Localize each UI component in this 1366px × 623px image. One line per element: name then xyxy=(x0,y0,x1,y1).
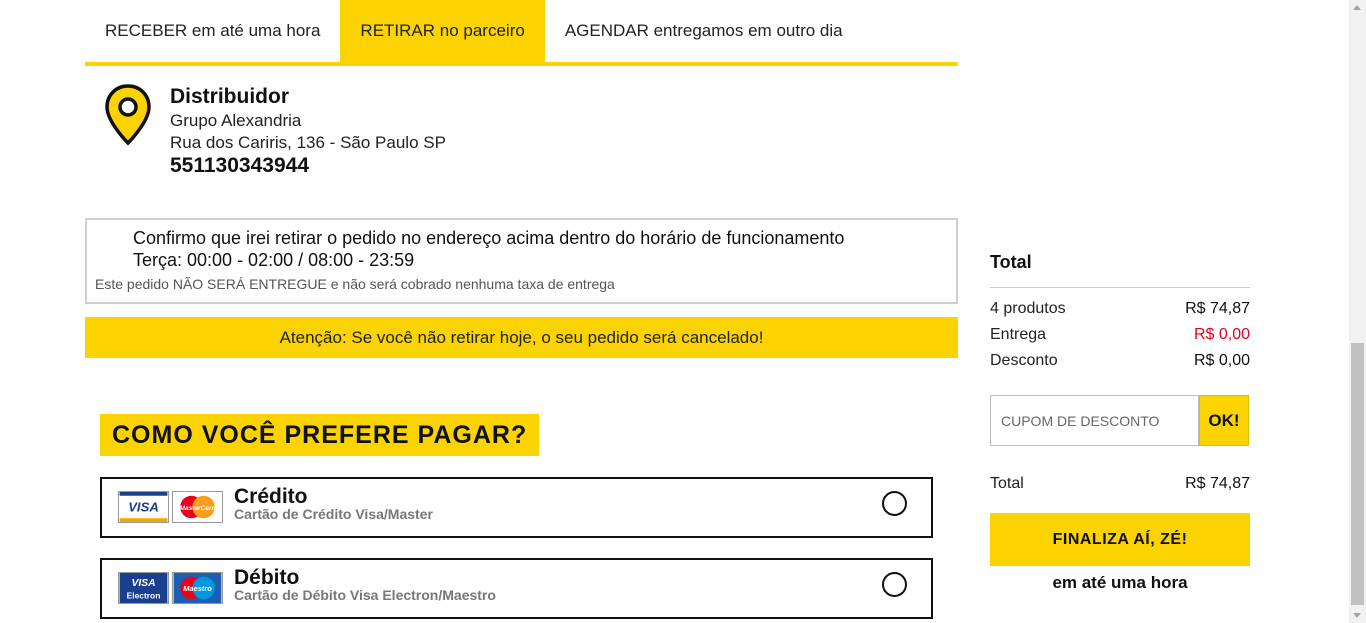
discount-label: Desconto xyxy=(990,352,1058,369)
pickup-confirmation-text: Confirmo que irei retirar o pedido no en… xyxy=(133,228,845,248)
tab-agendar[interactable]: AGENDAR entregamos em outro dia xyxy=(545,0,863,62)
checkout-page: RECEBER em até uma hora RETIRAR no parce… xyxy=(0,0,1366,623)
distributor-address: Rua dos Cariris, 136 - São Paulo SP xyxy=(170,133,446,152)
svg-text:Electron: Electron xyxy=(127,590,161,600)
delivery-tabs: RECEBER em até uma hora RETIRAR no parce… xyxy=(85,0,958,66)
coupon-input[interactable] xyxy=(990,395,1199,446)
svg-text:MasterCard: MasterCard xyxy=(179,505,216,512)
pickup-note: Este pedido NÃO SERÁ ENTREGUE e não será… xyxy=(95,276,615,292)
scroll-down-icon[interactable] xyxy=(1353,613,1361,618)
debit-subtitle: Cartão de Débito Visa Electron/Maestro xyxy=(234,587,496,603)
debit-radio[interactable] xyxy=(882,572,907,597)
distributor-title: Distribuidor xyxy=(170,85,289,108)
svg-text:VISA: VISA xyxy=(128,500,159,515)
visa-electron-logo: VISA Electron xyxy=(118,572,169,604)
discount-value: R$ 0,00 xyxy=(1193,352,1250,369)
distributor-phone: 551130343944 xyxy=(170,154,309,177)
opening-hours: Terça: 00:00 - 02:00 / 08:00 - 23:59 xyxy=(133,250,415,270)
total-label: Total xyxy=(990,475,1024,492)
products-value: R$ 74,87 xyxy=(1185,300,1250,317)
debit-title: Débito xyxy=(234,566,300,589)
credit-title: Crédito xyxy=(234,485,308,508)
cancellation-warning: Atenção: Se você não retirar hoje, o seu… xyxy=(85,317,958,358)
delivery-label: Entrega xyxy=(990,326,1047,343)
scrollbar-thumb[interactable] xyxy=(1351,343,1364,605)
svg-text:VISA: VISA xyxy=(131,578,155,589)
finish-order-button[interactable]: FINALIZA AÍ, ZÉ! xyxy=(990,513,1250,566)
distributor-name: Grupo Alexandria xyxy=(170,111,302,130)
tab-receber[interactable]: RECEBER em até uma hora xyxy=(85,0,340,62)
maestro-logo: Maestro xyxy=(172,572,223,604)
finish-subtitle: em até uma hora xyxy=(1052,573,1188,592)
page-scrollbar[interactable] xyxy=(1349,0,1366,623)
products-label: 4 produtos xyxy=(990,300,1066,317)
total-value: R$ 74,87 xyxy=(1185,475,1250,492)
payment-option-debit[interactable]: VISA Electron Maestro Débito Cartão de D… xyxy=(100,558,933,619)
credit-subtitle: Cartão de Crédito Visa/Master xyxy=(234,506,433,522)
summary-total-row: Total R$ 74,87 xyxy=(990,475,1250,497)
summary-products-row: 4 produtos R$ 74,87 xyxy=(990,300,1250,322)
mastercard-logo: MasterCard xyxy=(172,491,223,523)
tab-retirar[interactable]: RETIRAR no parceiro xyxy=(340,0,545,62)
delivery-value: R$ 0,00 xyxy=(1193,326,1250,343)
summary-discount-row: Desconto R$ 0,00 xyxy=(990,352,1250,374)
payment-heading: COMO VOCÊ PREFERE PAGAR? xyxy=(100,414,540,456)
visa-logo: VISA xyxy=(118,491,169,523)
pickup-confirmation-box[interactable]: Confirmo que irei retirar o pedido no en… xyxy=(85,218,958,304)
svg-text:Maestro: Maestro xyxy=(183,584,212,593)
summary-title: Total xyxy=(990,252,1032,272)
summary-divider xyxy=(990,287,1250,288)
location-pin-icon xyxy=(105,84,151,146)
payment-option-credit[interactable]: VISA MasterCard Crédito Cartão de Crédit… xyxy=(100,477,933,538)
credit-radio[interactable] xyxy=(882,491,907,516)
scroll-up-icon[interactable] xyxy=(1353,5,1361,10)
summary-delivery-row: Entrega R$ 0,00 xyxy=(990,326,1250,348)
coupon-ok-button[interactable]: OK! xyxy=(1199,395,1249,446)
